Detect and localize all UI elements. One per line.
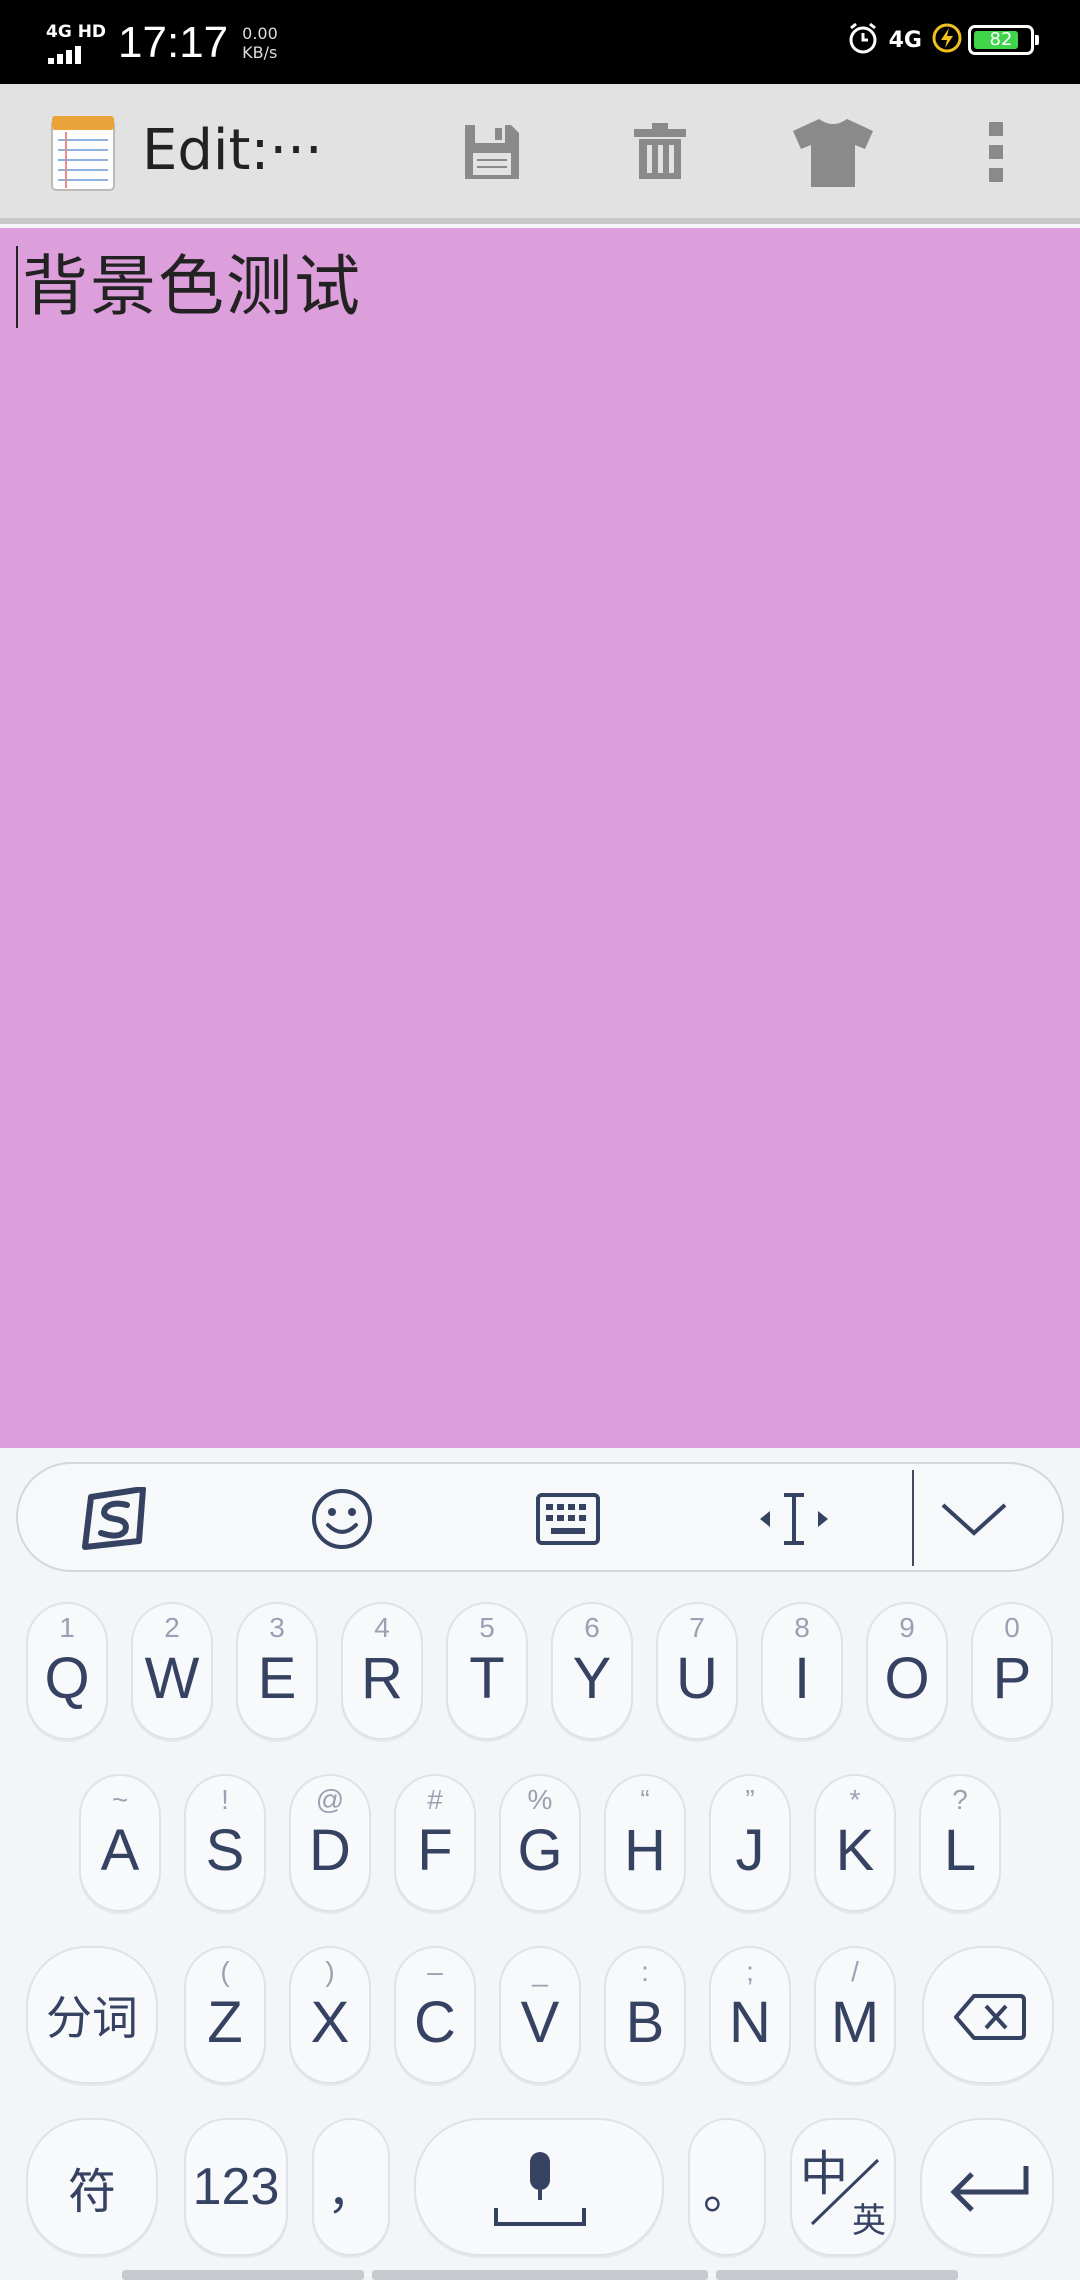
charging-icon [932,23,962,57]
enter-icon [950,2166,1029,2212]
key-z[interactable]: (Z [184,1946,266,2084]
key-c[interactable]: – C [394,1946,476,2084]
key-y[interactable]: 6Y [551,1602,633,1740]
key-j[interactable]: ” J [709,1774,791,1912]
emoji-icon [312,1489,372,1549]
collapse-keyboard-button[interactable] [934,1479,1014,1559]
key-s[interactable]: ! S [184,1774,266,1912]
cursor-icon [760,1493,828,1545]
space-voice-key[interactable] [414,2118,664,2256]
save-icon [465,125,519,179]
key-a[interactable]: ~ A [79,1774,161,1912]
toolbar-divider [912,1470,914,1566]
sogou-logo-button[interactable] [76,1479,156,1559]
numbers-key[interactable]: 123 [184,2118,288,2256]
battery-icon: 82 [968,25,1039,55]
delete-icon [634,123,686,179]
battery-level: 82 [989,29,1013,50]
key-x[interactable]: ) X [289,1946,371,2084]
keyboard-icon [536,1493,600,1545]
alarm-icon [845,20,881,60]
network-speed: 0.00 KB/s [242,24,278,62]
key-i[interactable]: 8I [761,1602,843,1740]
app-toolbar: Edit:··· [0,84,1080,224]
symbols-key[interactable]: 符 [26,2118,158,2256]
key-r[interactable]: 4R [341,1602,423,1740]
word-split-key[interactable]: 分词 [26,1946,158,2084]
notepad-app-icon [48,114,118,194]
key-p[interactable]: 0P [971,1602,1053,1740]
save-button[interactable] [452,112,532,192]
note-editor[interactable]: 背景色测试 [0,228,1080,1448]
key-e[interactable]: 3E [236,1602,318,1740]
delete-button[interactable] [620,112,700,192]
key-d[interactable]: @ D [289,1774,371,1912]
signal-icon: 4G HD [46,22,106,64]
lang-english-label: 英 [852,2202,886,2240]
network-type: 4G [888,27,922,53]
key-m[interactable]: / M [814,1946,896,2084]
microphone-icon [494,2152,586,2226]
comma-key[interactable]: ， [312,2118,390,2256]
soft-keyboard: 1Q 2W 3E 4R 5T 6Y 7U 8I 9O 0P ~ A ! S @ D #… [0,1448,1080,2280]
network-label: 4G HD [46,22,107,42]
sogou-logo-icon [82,1487,146,1550]
key-u[interactable]: 7U [656,1602,738,1740]
key-o[interactable]: 9O [866,1602,948,1740]
key-f[interactable]: # F [394,1774,476,1912]
key-n[interactable]: ; N [709,1946,791,2084]
backspace-icon [954,1994,1026,2040]
nav-indicator-right [716,2270,958,2280]
theme-icon [793,119,873,187]
key-k[interactable]: * K [814,1774,896,1912]
emoji-button[interactable] [302,1479,382,1559]
more-icon [989,122,1003,182]
nav-indicator-center [372,2270,708,2280]
key-w[interactable]: 2W [131,1602,213,1740]
clock: 17:17 [118,18,229,67]
more-options-button[interactable] [956,112,1036,192]
backspace-key[interactable] [922,1946,1054,2084]
key-h[interactable]: “H [604,1774,686,1912]
speed-unit: KB/s [242,43,278,62]
keyboard-toolbar [16,1462,1064,1572]
key-l[interactable]: ? L [919,1774,1001,1912]
key-b[interactable]: :B [604,1946,686,2084]
key-v[interactable]: _ V [499,1946,581,2084]
status-bar: 4G HD 17:17 0.00 KB/s 4G 82 [0,0,1080,84]
page-title: Edit:··· [142,118,323,183]
speed-value: 0.00 [242,24,278,43]
cursor-move-button[interactable] [754,1479,834,1559]
enter-key[interactable] [920,2118,1054,2256]
collapse-icon [941,1503,1007,1536]
period-key[interactable]: 。 [688,2118,766,2256]
key-t[interactable]: 5T [446,1602,528,1740]
keyboard-switch-button[interactable] [528,1479,608,1559]
nav-indicator-left [122,2270,364,2280]
language-switch-key[interactable]: 中 英 [790,2118,896,2256]
key-g[interactable]: % G [499,1774,581,1912]
note-text[interactable]: 背景色测试 [16,246,362,328]
theme-button[interactable] [788,112,878,192]
key-q[interactable]: 1Q [26,1602,108,1740]
